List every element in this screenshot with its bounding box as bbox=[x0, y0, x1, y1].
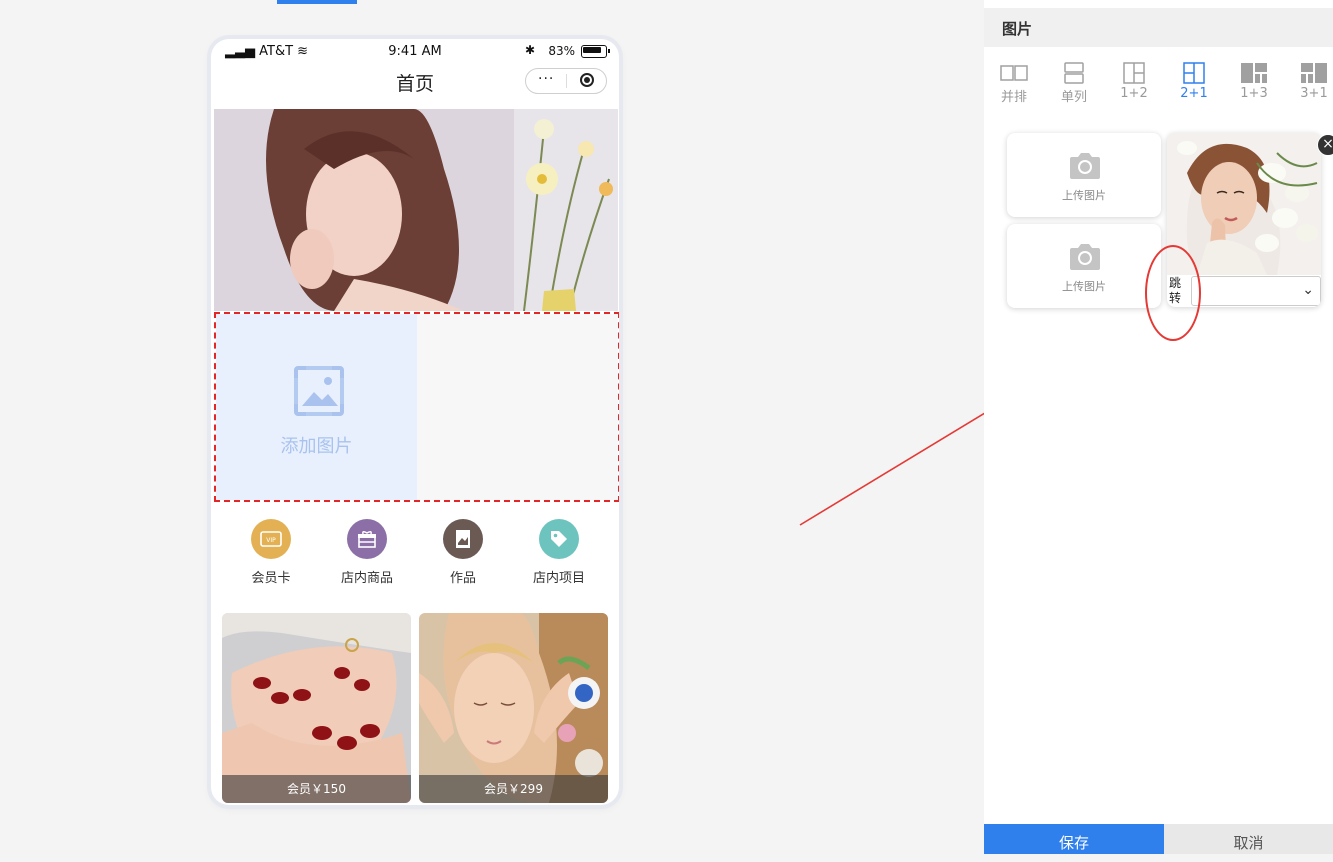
active-tab-indicator bbox=[277, 0, 357, 4]
annotation-highlight-ellipse bbox=[1145, 245, 1201, 341]
image-settings-panel: 图片 并排 单列 1+2 2+1 1+3 3+1 上传图片 上传图片 跳转 ⌄ bbox=[984, 0, 1333, 843]
product-card-facial[interactable]: 会员￥299 bbox=[419, 613, 608, 803]
layout-label: 2+1 bbox=[1180, 86, 1208, 101]
layout-option-1plus3[interactable]: 1+3 bbox=[1229, 60, 1279, 101]
layout-option-2plus1[interactable]: 2+1 bbox=[1169, 60, 1219, 101]
picture-frame-icon bbox=[443, 519, 483, 559]
bluetooth-icon: ✱ bbox=[524, 43, 535, 57]
product-price: 会员￥299 bbox=[419, 775, 608, 803]
layout-label: 并排 bbox=[1000, 90, 1027, 105]
quick-nav-label: 店内项目 bbox=[532, 571, 585, 586]
two-plus-one-layout-icon bbox=[1169, 60, 1219, 86]
phone-preview: ▂▃▅ AT&T ≋ 9:41 AM ✱ 83% 首页 ··· 添加图片 VIP… bbox=[211, 39, 619, 805]
product-price: 会员￥150 bbox=[222, 775, 411, 803]
gift-box-icon bbox=[347, 519, 387, 559]
close-target-icon[interactable] bbox=[580, 73, 594, 87]
capsule-divider bbox=[566, 74, 567, 88]
layout-option-1plus2[interactable]: 1+2 bbox=[1109, 60, 1159, 101]
remove-image-button[interactable]: × bbox=[1317, 134, 1333, 156]
panel-title: 图片 bbox=[1002, 20, 1033, 38]
upload-image-slot-1[interactable]: 上传图片 bbox=[1007, 133, 1161, 217]
empty-image-cell[interactable] bbox=[417, 314, 618, 500]
quick-nav-label: 会员卡 bbox=[251, 571, 291, 586]
quick-nav-store-services[interactable]: 店内项目 bbox=[511, 519, 607, 586]
quick-nav: VIP 会员卡 店内商品 作品 店内项目 bbox=[223, 509, 607, 607]
single-column-layout-icon bbox=[1049, 60, 1099, 86]
side-by-side-layout-icon bbox=[989, 60, 1039, 86]
image-grid-2plus1-selected[interactable]: 添加图片 bbox=[214, 312, 619, 502]
svg-text:VIP: VIP bbox=[266, 537, 276, 544]
vip-card-icon: VIP bbox=[251, 519, 291, 559]
layout-label: 单列 bbox=[1060, 90, 1087, 105]
one-plus-two-layout-icon bbox=[1109, 60, 1159, 86]
layout-option-single-column[interactable]: 单列 bbox=[1049, 60, 1099, 105]
layout-label: 3+1 bbox=[1300, 86, 1328, 101]
layout-option-3plus1[interactable]: 3+1 bbox=[1289, 60, 1333, 101]
layout-label: 1+2 bbox=[1120, 86, 1148, 101]
layout-option-side-by-side[interactable]: 并排 bbox=[989, 60, 1039, 105]
status-bar: ▂▃▅ AT&T ≋ 9:41 AM ✱ 83% bbox=[211, 39, 619, 63]
chevron-down-icon: ⌄ bbox=[1302, 282, 1314, 298]
save-button[interactable]: 保存 bbox=[984, 824, 1164, 854]
quick-nav-label: 店内商品 bbox=[340, 571, 393, 586]
battery-percent: 83% bbox=[548, 44, 575, 58]
one-plus-three-layout-icon bbox=[1229, 60, 1279, 86]
upload-image-label: 上传图片 bbox=[1062, 189, 1106, 202]
upload-image-slot-2[interactable]: 上传图片 bbox=[1007, 224, 1161, 308]
quick-nav-vip-card[interactable]: VIP 会员卡 bbox=[223, 519, 319, 586]
miniprogram-capsule[interactable]: ··· bbox=[525, 68, 607, 94]
more-icon[interactable]: ··· bbox=[538, 71, 554, 87]
layout-label: 1+3 bbox=[1240, 86, 1268, 101]
upload-image-label: 上传图片 bbox=[1062, 280, 1106, 293]
nav-bar: 首页 ··· bbox=[211, 63, 619, 103]
banner-image[interactable] bbox=[214, 109, 618, 311]
uploaded-image-thumbnail bbox=[1167, 133, 1321, 275]
product-card-nails[interactable]: 会员￥150 bbox=[222, 613, 411, 803]
tag-icon bbox=[539, 519, 579, 559]
camera-icon bbox=[1070, 244, 1100, 270]
image-placeholder-icon bbox=[294, 366, 344, 416]
quick-nav-works[interactable]: 作品 bbox=[415, 519, 511, 586]
panel-header: 图片 bbox=[984, 8, 1333, 47]
quick-nav-label: 作品 bbox=[449, 571, 476, 586]
quick-nav-store-goods[interactable]: 店内商品 bbox=[319, 519, 415, 586]
jump-link-select[interactable]: ⌄ bbox=[1191, 276, 1321, 306]
cancel-button[interactable]: 取消 bbox=[1164, 824, 1333, 854]
add-image-label: 添加图片 bbox=[280, 436, 353, 457]
add-image-cell[interactable]: 添加图片 bbox=[216, 314, 417, 500]
three-plus-one-layout-icon bbox=[1289, 60, 1333, 86]
battery-icon bbox=[581, 45, 610, 58]
camera-icon bbox=[1070, 153, 1100, 179]
